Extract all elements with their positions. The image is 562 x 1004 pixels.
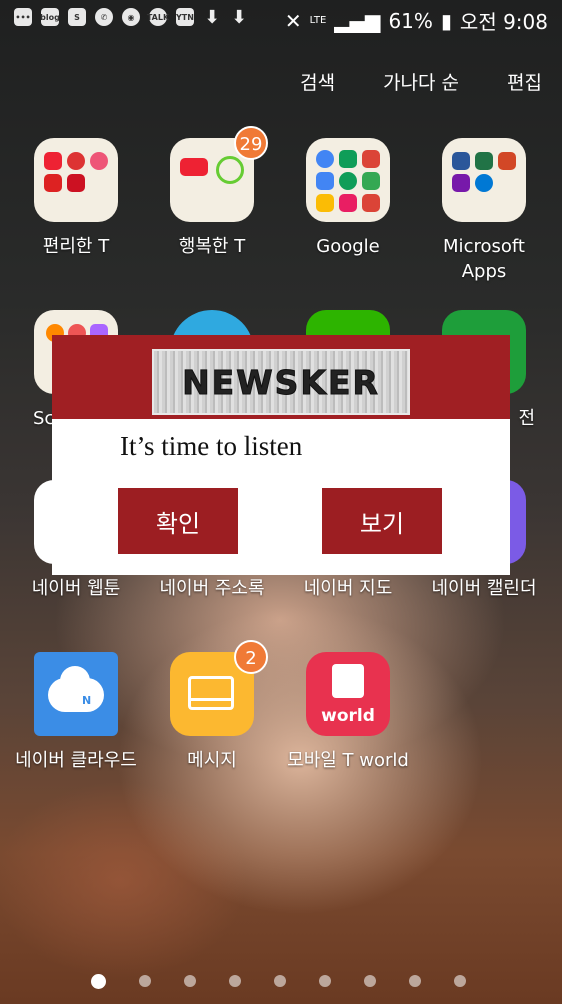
blog-icon: blog [40,8,60,26]
dialog-message: It’s time to listen [120,431,303,461]
page-dot[interactable] [454,975,466,987]
dialog-header: NEWSKER [52,335,510,419]
s-icon: S [68,8,86,26]
app-label: 네이버 주소록 [159,578,265,599]
phone-icon: ✆ [95,8,113,26]
app-drawer-menu: 검색 가나다 순 편집 [252,68,542,95]
mute-icon: ✕ [284,8,302,33]
notification-badge: 29 [234,126,268,160]
page-dot[interactable] [229,975,241,987]
page-dot[interactable] [139,975,151,987]
folder-icon [306,138,390,222]
notification-icons: ••• blog S ✆ ◉ TALK YTN ⬇ ⬇ [14,6,248,28]
app-label: 네이버 캘린더 [431,578,537,599]
podcast-icon: ◉ [122,8,140,26]
folder-google[interactable]: Google [283,138,413,259]
cloud-icon: N [34,652,118,736]
talk-icon: TALK [147,8,169,26]
folder-icon [442,138,526,222]
folder-microsoft-apps[interactable]: Microsoft Apps [419,138,549,284]
newsker-logo: NEWSKER [152,349,410,415]
app-label: 네이버 지도 [303,578,393,599]
folder-icon: 29 [170,126,268,222]
download-icon: ⬇ [231,6,247,28]
folder-happy-t[interactable]: 29 행복한 T [147,126,277,259]
status-bar: ••• blog S ✆ ◉ TALK YTN ⬇ ⬇ ✕ LTE ▂▄▆ 61… [0,0,562,40]
confirm-button[interactable]: 확인 [118,488,238,554]
app-label: Google [316,236,380,257]
download-icon: ⬇ [204,6,220,28]
t-world-icon: world [306,652,390,736]
app-label: 메시지 [187,750,237,771]
notification-badge: 2 [234,640,268,674]
clock: 오전 9:08 [459,10,548,34]
page-dot[interactable] [364,975,376,987]
search-button[interactable]: 검색 [300,68,335,95]
battery-percent: 61% [388,8,433,33]
app-label: 네이버 클라우드 [15,750,137,771]
battery-icon: ▮ [440,8,452,33]
app-messages[interactable]: 2 메시지 [147,640,277,773]
signal-icon: ▂▄▆ [334,8,381,33]
more-icon: ••• [14,8,32,26]
view-button[interactable]: 보기 [322,488,442,554]
edit-button[interactable]: 편집 [507,68,542,95]
page-indicator [91,974,466,989]
app-label: 모바일 T world [287,750,409,771]
newsker-dialog: NEWSKER It’s time to listen 확인 보기 [52,335,510,575]
app-naver-cloud[interactable]: N 네이버 클라우드 [11,652,141,773]
app-label: Microsoft Apps [443,236,525,282]
app-label: 네이버 웹툰 [31,578,121,599]
app-label: 행복한 T [178,236,246,257]
folder-convenient-t[interactable]: 편리한 T [11,138,141,259]
page-dot[interactable] [184,975,196,987]
envelope-icon: 2 [170,640,268,736]
app-label: 편리한 T [42,236,110,257]
page-dot[interactable] [274,975,286,987]
page-dot[interactable] [319,975,331,987]
app-mobile-t-world[interactable]: world 모바일 T world [283,652,413,773]
sort-button[interactable]: 가나다 순 [383,68,459,95]
page-dot[interactable] [409,975,421,987]
ytn-icon: YTN [176,8,194,26]
page-dot[interactable] [91,974,106,989]
logo-text: NEWSKER [182,362,380,402]
t-world-icon-text: world [321,706,375,726]
network-type: LTE [309,15,327,26]
folder-icon [34,138,118,222]
